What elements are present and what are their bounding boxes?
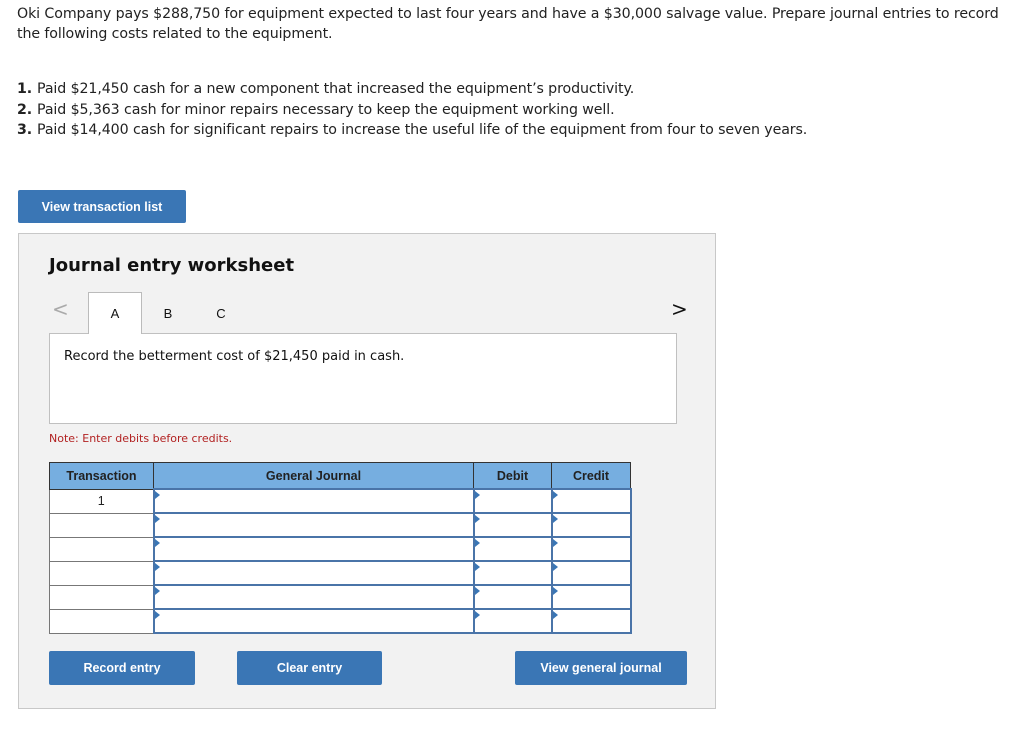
- account-cell[interactable]: [152, 560, 475, 586]
- journal-table: Transaction General Journal Debit Credit…: [49, 462, 632, 634]
- account-cell[interactable]: [152, 512, 475, 538]
- credit-input[interactable]: [552, 538, 630, 560]
- debit-input[interactable]: [474, 514, 551, 536]
- credit-input[interactable]: [552, 490, 630, 512]
- credit-cell[interactable]: [550, 560, 632, 586]
- problem-items: 1. Paid $21,450 cash for a new component…: [17, 79, 1017, 141]
- debit-cell[interactable]: [472, 512, 553, 538]
- debit-cell[interactable]: [472, 560, 553, 586]
- transaction-cell: [49, 584, 154, 610]
- header-debit: Debit: [473, 462, 552, 490]
- header-transaction: Transaction: [49, 462, 154, 490]
- problem-item: 3. Paid $14,400 cash for significant rep…: [17, 120, 1017, 141]
- chevron-left-icon[interactable]: <: [52, 297, 69, 321]
- credit-input[interactable]: [552, 514, 630, 536]
- header-credit: Credit: [551, 462, 631, 490]
- debit-cell[interactable]: [472, 608, 553, 634]
- account-input[interactable]: [154, 538, 473, 560]
- debit-input[interactable]: [474, 610, 551, 632]
- account-input[interactable]: [154, 514, 473, 536]
- credit-input[interactable]: [552, 586, 630, 608]
- transaction-cell: [49, 536, 154, 562]
- transaction-cell: [49, 608, 154, 634]
- prompt-text: Record the betterment cost of $21,450 pa…: [64, 349, 405, 364]
- debit-input[interactable]: [474, 490, 551, 512]
- account-cell[interactable]: [152, 608, 475, 634]
- credit-input[interactable]: [552, 562, 630, 584]
- credit-cell[interactable]: [550, 488, 632, 514]
- item-number: 1.: [17, 81, 33, 97]
- item-text: Paid $5,363 cash for minor repairs neces…: [37, 101, 615, 118]
- debit-input[interactable]: [474, 538, 551, 560]
- table-row: [49, 560, 632, 586]
- worksheet-title: Journal entry worksheet: [49, 255, 295, 276]
- item-number: 3.: [17, 122, 33, 138]
- table-row: [49, 584, 632, 610]
- table-header-row: Transaction General Journal Debit Credit: [49, 462, 631, 490]
- problem-intro: Oki Company pays $288,750 for equipment …: [17, 6, 999, 42]
- table-row: [49, 512, 632, 538]
- credit-cell[interactable]: [550, 512, 632, 538]
- debit-input[interactable]: [474, 586, 551, 608]
- item-number: 2.: [17, 101, 33, 118]
- header-general-journal: General Journal: [153, 462, 474, 490]
- account-cell[interactable]: [152, 536, 475, 562]
- credit-cell[interactable]: [550, 584, 632, 610]
- prompt-box: [49, 333, 677, 424]
- problem-item: 2. Paid $5,363 cash for minor repairs ne…: [17, 100, 1017, 121]
- tab-c[interactable]: C: [207, 292, 235, 334]
- problem-item: 1. Paid $21,450 cash for a new component…: [17, 79, 1017, 100]
- account-input[interactable]: [154, 610, 473, 632]
- credit-cell[interactable]: [550, 608, 632, 634]
- credit-cell[interactable]: [550, 536, 632, 562]
- debit-input[interactable]: [474, 562, 551, 584]
- chevron-right-icon[interactable]: >: [671, 297, 688, 321]
- item-text: Paid $14,400 cash for significant repair…: [37, 122, 808, 138]
- account-input[interactable]: [154, 490, 473, 512]
- table-row: 1: [49, 488, 632, 514]
- table-row: [49, 608, 632, 634]
- debit-cell[interactable]: [472, 536, 553, 562]
- record-entry-button[interactable]: Record entry: [49, 651, 195, 685]
- tab-b[interactable]: B: [154, 292, 182, 334]
- account-input[interactable]: [154, 562, 473, 584]
- view-general-journal-button[interactable]: View general journal: [515, 651, 687, 685]
- account-cell[interactable]: [152, 488, 475, 514]
- clear-entry-button[interactable]: Clear entry: [237, 651, 382, 685]
- account-input[interactable]: [154, 586, 473, 608]
- debit-cell[interactable]: [472, 584, 553, 610]
- transaction-cell: 1: [49, 488, 154, 514]
- table-row: [49, 536, 632, 562]
- debits-note: Note: Enter debits before credits.: [49, 432, 233, 445]
- tab-a[interactable]: A: [88, 292, 142, 334]
- account-cell[interactable]: [152, 584, 475, 610]
- debit-cell[interactable]: [472, 488, 553, 514]
- view-transaction-list-button[interactable]: View transaction list: [18, 190, 186, 223]
- transaction-cell: [49, 560, 154, 586]
- transaction-cell: [49, 512, 154, 538]
- item-text: Paid $21,450 cash for a new component th…: [37, 81, 635, 97]
- credit-input[interactable]: [552, 610, 630, 632]
